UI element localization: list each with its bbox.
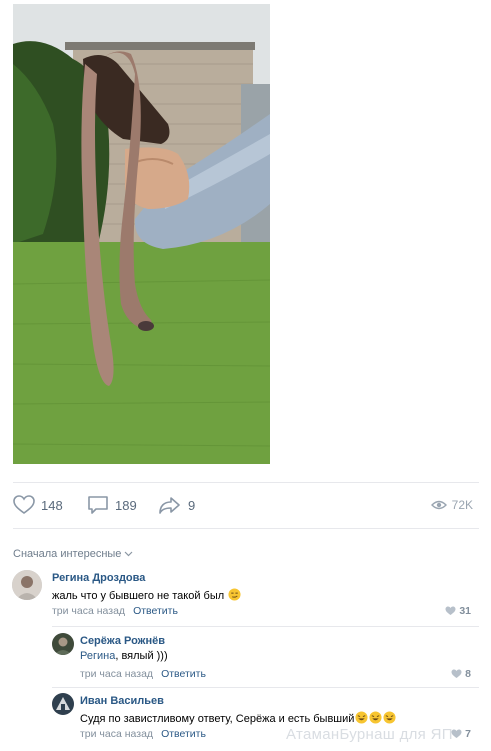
share-button[interactable]: 9 [158, 494, 195, 516]
rofl-emoji-icon [369, 711, 382, 724]
comment-meta: три часа назад Ответить [80, 728, 206, 740]
comment-likes-count: 8 [465, 668, 471, 680]
reply-button[interactable]: Ответить [133, 605, 178, 617]
views-counter: 72K [430, 494, 473, 516]
reply-button[interactable]: Ответить [161, 728, 206, 740]
heart-icon [445, 606, 456, 615]
comment-time[interactable]: три часа назад [80, 668, 153, 680]
comment-author[interactable]: Иван Васильев [80, 695, 164, 707]
comment-author[interactable]: Серёжа Рожнёв [80, 635, 165, 647]
comment-like-button[interactable]: 8 [451, 668, 471, 680]
avatar-image [52, 633, 74, 655]
comment-likes-count: 31 [459, 605, 471, 617]
comment-icon [88, 496, 108, 514]
comment-author[interactable]: Регина Дроздова [52, 572, 145, 584]
comments-sort-dropdown[interactable]: Сначала интересные [13, 548, 133, 560]
comment-time[interactable]: три часа назад [52, 605, 125, 617]
avatar[interactable] [12, 570, 42, 600]
eye-icon [430, 500, 447, 510]
heart-icon [451, 729, 462, 738]
comment-text: Регина, вялый ))) [80, 650, 168, 662]
avatar-image [52, 693, 74, 715]
sort-label: Сначала интересные [13, 548, 122, 560]
reply-button[interactable]: Ответить [161, 668, 206, 680]
rofl-emoji-icon [355, 711, 368, 724]
comment-likes-count: 7 [465, 728, 471, 740]
comment-reply-item: Серёжа Рожнёв Регина, вялый ))) три часа… [52, 633, 479, 683]
like-button[interactable]: 148 [13, 494, 63, 516]
comment-divider [52, 626, 479, 627]
avatar[interactable] [52, 633, 74, 655]
comment-item: Регина Дроздова жаль что у бывшего не та… [12, 570, 479, 620]
heart-icon [13, 495, 35, 514]
chevron-down-icon [124, 551, 133, 557]
comment-text: жаль что у бывшего не такой был [52, 588, 241, 602]
smirk-emoji-icon [228, 588, 241, 601]
likes-count: 148 [41, 497, 63, 513]
views-count: 72K [451, 498, 473, 512]
avatar[interactable] [52, 693, 74, 715]
heart-icon [451, 669, 462, 678]
shares-count: 9 [188, 497, 196, 513]
watermark: АтаманБурнаш для ЯП [286, 726, 453, 743]
comment-like-button[interactable]: 31 [445, 605, 471, 617]
avatar-image [12, 570, 42, 600]
divider-top [13, 482, 479, 483]
divider-comments [13, 528, 479, 529]
comment-text-body: Судя по завистливому ответу, Серёжа и ес… [80, 713, 355, 725]
post-photo[interactable] [13, 4, 270, 464]
comments-button[interactable]: 189 [87, 494, 137, 516]
rofl-emoji-icon [383, 711, 396, 724]
comment-time[interactable]: три часа назад [80, 728, 153, 740]
comment-meta: три часа назад Ответить [52, 605, 178, 617]
comment-text-body: жаль что у бывшего не такой был [52, 590, 225, 602]
comment-like-button[interactable]: 7 [451, 728, 471, 740]
comment-divider [52, 687, 479, 688]
worm-photo-image [13, 4, 270, 464]
comment-meta: три часа назад Ответить [80, 668, 206, 680]
comments-count: 189 [115, 497, 137, 513]
comment-text: Судя по завистливому ответу, Серёжа и ес… [80, 711, 396, 725]
comment-mention-link[interactable]: Регина [80, 650, 115, 662]
post-actions-bar: 148 189 9 72K [13, 494, 479, 516]
share-arrow-icon [159, 497, 180, 514]
comment-text-body: , вялый ))) [115, 650, 168, 662]
